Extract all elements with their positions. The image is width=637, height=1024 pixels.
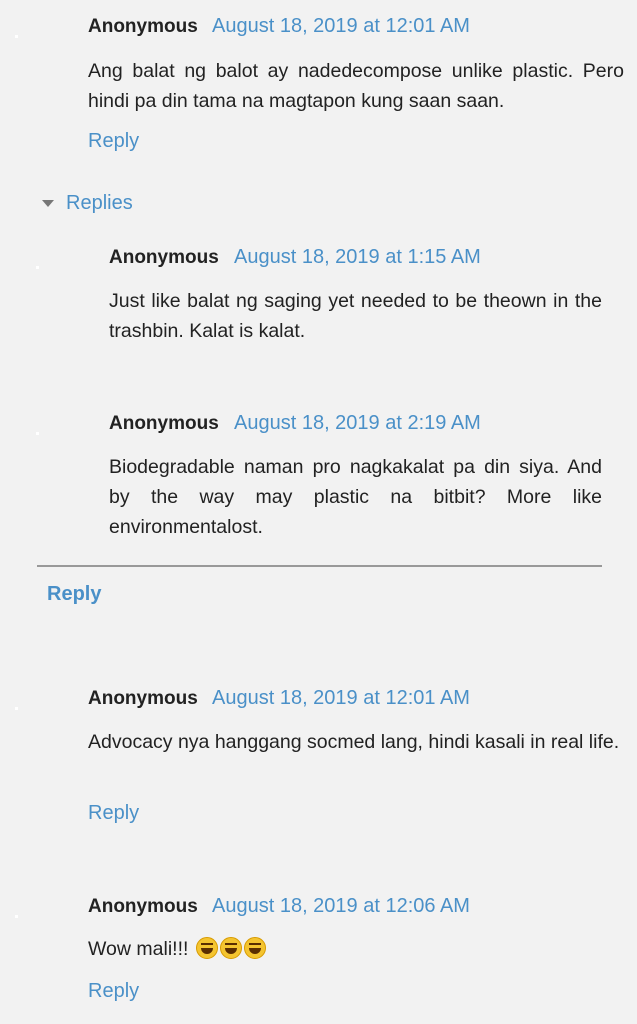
rolling-on-floor-laughing-icon — [243, 937, 266, 959]
comment-body: Wow mali!!! — [88, 934, 624, 964]
comment-timestamp-link[interactable]: August 18, 2019 at 12:01 AM — [212, 15, 470, 38]
rolling-on-floor-laughing-icon — [195, 937, 218, 959]
comment-timestamp-link[interactable]: August 18, 2019 at 1:15 AM — [234, 246, 481, 269]
comment-timestamp-link[interactable]: August 18, 2019 at 2:19 AM — [234, 412, 481, 435]
caret-down-icon — [42, 200, 54, 207]
reply-button[interactable]: Reply — [88, 130, 139, 153]
avatar — [36, 266, 39, 269]
comment-body: Advocacy nya hanggang socmed lang, hindi… — [88, 731, 620, 753]
avatar — [15, 35, 18, 38]
comment-body: Biodegradable naman pro nagkakalat pa di… — [109, 456, 602, 538]
comment-timestamp-link[interactable]: August 18, 2019 at 12:06 AM — [212, 895, 470, 918]
thread-reply-button[interactable]: Reply — [47, 583, 101, 606]
comment-author: Anonymous — [109, 247, 219, 268]
reply-button[interactable]: Reply — [88, 802, 139, 825]
reply-button[interactable]: Reply — [88, 980, 139, 1003]
comment-body: Ang balat ng balot ay nadedecompose unli… — [88, 60, 624, 112]
thread-divider — [37, 565, 602, 567]
replies-toggle[interactable]: Replies — [42, 192, 133, 215]
comment-body-text: Wow mali!!! — [88, 938, 189, 960]
comment-author: Anonymous — [109, 413, 219, 434]
comment-timestamp-link[interactable]: August 18, 2019 at 12:01 AM — [212, 687, 470, 710]
comment-body: Just like balat ng saging yet needed to … — [109, 290, 602, 342]
comment-author: Anonymous — [88, 896, 198, 917]
comment-author: Anonymous — [88, 16, 198, 37]
rolling-on-floor-laughing-icon — [219, 937, 242, 959]
replies-toggle-label: Replies — [66, 192, 133, 214]
avatar — [36, 432, 39, 435]
comment-author: Anonymous — [88, 688, 198, 709]
avatar — [15, 707, 18, 710]
avatar — [15, 915, 18, 918]
